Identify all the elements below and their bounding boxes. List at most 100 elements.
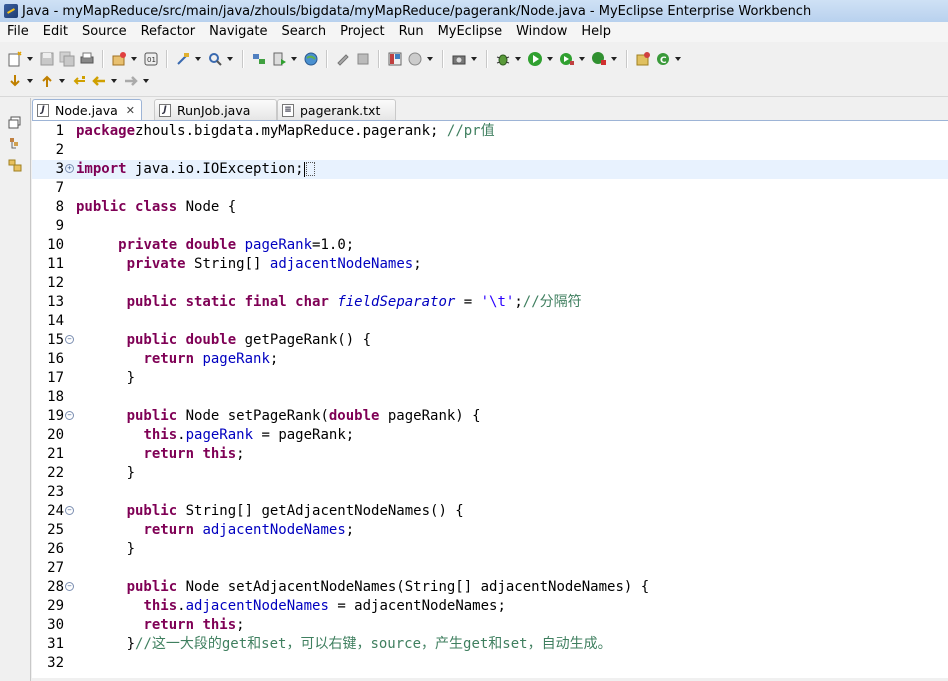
code-line[interactable]: 16 return pageRank;	[32, 350, 948, 369]
run-dropdown[interactable]	[546, 50, 554, 68]
code-line[interactable]: 10 private double pageRank=1.0;	[32, 236, 948, 255]
database-icon[interactable]	[250, 50, 268, 68]
menu-bar: File Edit Source Refactor Navigate Searc…	[0, 22, 948, 42]
code-line[interactable]: 17 }	[32, 369, 948, 388]
external-tools-icon[interactable]	[590, 50, 608, 68]
code-line[interactable]: 20 this.pageRank = pageRank;	[32, 426, 948, 445]
code-line[interactable]: 9	[32, 217, 948, 236]
code-line[interactable]: 26 }	[32, 540, 948, 559]
open-type-icon[interactable]	[354, 50, 372, 68]
web-dropdown[interactable]	[426, 50, 434, 68]
collapse-fold-icon[interactable]: −	[65, 582, 74, 591]
previous-annotation-icon[interactable]	[38, 72, 56, 90]
web-icon[interactable]	[406, 50, 424, 68]
menu-refactor[interactable]: Refactor	[134, 22, 203, 42]
collapse-fold-icon[interactable]: −	[65, 335, 74, 344]
new-project-icon[interactable]	[110, 50, 128, 68]
code-line[interactable]: 22 }	[32, 464, 948, 483]
save-all-icon[interactable]	[58, 50, 76, 68]
menu-window[interactable]: Window	[509, 22, 574, 42]
back-arrow-icon[interactable]	[90, 72, 108, 90]
code-line[interactable]: 21 return this;	[32, 445, 948, 464]
debug-dropdown[interactable]	[514, 50, 522, 68]
code-line[interactable]: 11 private String[] adjacentNodeNames;	[32, 255, 948, 274]
tab-node-java[interactable]: J Node.java ✕	[32, 99, 142, 120]
new-icon[interactable]	[6, 50, 24, 68]
deploy-dropdown[interactable]	[194, 50, 202, 68]
tab-runjob-java[interactable]: J RunJob.java	[154, 99, 277, 120]
package-explorer-icon[interactable]	[8, 136, 22, 150]
code-line[interactable]: 7	[32, 179, 948, 198]
menu-navigate[interactable]: Navigate	[202, 22, 274, 42]
collapse-fold-icon[interactable]: −	[65, 506, 74, 515]
code-line[interactable]: 29 this.adjacentNodeNames = adjacentNode…	[32, 597, 948, 616]
new-project-dropdown[interactable]	[130, 50, 138, 68]
code-line[interactable]: 28− public Node setAdjacentNodeNames(Str…	[32, 578, 948, 597]
code-line[interactable]: 32	[32, 654, 948, 673]
collapsed-imports-marker[interactable]	[305, 162, 315, 176]
code-line[interactable]: 30 return this;	[32, 616, 948, 635]
code-line[interactable]: 8 public class Node {	[32, 198, 948, 217]
run-server-dropdown[interactable]	[290, 50, 298, 68]
code-line[interactable]: 14	[32, 312, 948, 331]
menu-run[interactable]: Run	[392, 22, 431, 42]
previous-annotation-dropdown[interactable]	[58, 72, 66, 90]
menu-source[interactable]: Source	[75, 22, 134, 42]
tool-icon[interactable]	[334, 50, 352, 68]
code-line[interactable]: 3 + import java.io.IOException;	[32, 160, 948, 179]
new-package-icon[interactable]: C	[654, 50, 672, 68]
next-annotation-dropdown[interactable]	[26, 72, 34, 90]
code-line[interactable]: 12	[32, 274, 948, 293]
new-package-dropdown[interactable]	[674, 50, 682, 68]
code-line[interactable]: 1 packagezhouls.bigdata.myMapReduce.pager…	[32, 122, 948, 141]
next-annotation-icon[interactable]	[6, 72, 24, 90]
restore-icon[interactable]	[8, 116, 22, 130]
new-class-icon[interactable]	[634, 50, 652, 68]
tab-pagerank-txt[interactable]: ≡ pagerank.txt	[277, 99, 396, 120]
code-line[interactable]: 19− public Node setPageRank(double pageR…	[32, 407, 948, 426]
layout-icon[interactable]	[386, 50, 404, 68]
camera-icon[interactable]	[450, 50, 468, 68]
forward-arrow-icon[interactable]	[122, 72, 140, 90]
code-line[interactable]: 23	[32, 483, 948, 502]
run-external-icon[interactable]	[558, 50, 576, 68]
back-dropdown[interactable]	[110, 72, 118, 90]
menu-help[interactable]: Help	[574, 22, 618, 42]
line-number: 23	[47, 484, 64, 500]
code-line[interactable]: 25 return adjacentNodeNames;	[32, 521, 948, 540]
expand-fold-icon[interactable]: +	[65, 164, 74, 173]
print-icon[interactable]	[78, 50, 96, 68]
menu-file[interactable]: File	[0, 22, 36, 42]
globe-icon[interactable]	[302, 50, 320, 68]
menu-myeclipse[interactable]: MyEclipse	[431, 22, 510, 42]
code-line[interactable]: 2	[32, 141, 948, 160]
menu-search[interactable]: Search	[274, 22, 333, 42]
code-line[interactable]: 13 public static final char fieldSeparat…	[32, 293, 948, 312]
debug-icon[interactable]	[494, 50, 512, 68]
search-icon[interactable]	[206, 50, 224, 68]
run-icon[interactable]	[526, 50, 544, 68]
close-icon[interactable]: ✕	[126, 104, 135, 117]
code-line[interactable]: 18	[32, 388, 948, 407]
new-dropdown[interactable]	[26, 50, 34, 68]
code-editor[interactable]: 1 packagezhouls.bigdata.myMapReduce.pager…	[32, 121, 948, 681]
save-icon[interactable]	[38, 50, 56, 68]
collapse-fold-icon[interactable]: −	[65, 411, 74, 420]
code-line[interactable]: 15− public double getPageRank() {	[32, 331, 948, 350]
code-line[interactable]: 27	[32, 559, 948, 578]
deploy-icon[interactable]	[174, 50, 192, 68]
forward-dropdown[interactable]	[142, 72, 150, 90]
server-icon[interactable]: 01	[142, 50, 160, 68]
code-line[interactable]: 31 }//这一大段的get和set，可以右键，source，产生get和set…	[32, 635, 948, 654]
last-edit-location-icon[interactable]	[70, 72, 88, 90]
external-tools-dropdown[interactable]	[610, 50, 618, 68]
camera-dropdown[interactable]	[470, 50, 478, 68]
svg-text:01: 01	[147, 56, 156, 64]
run-server-icon[interactable]	[270, 50, 288, 68]
menu-project[interactable]: Project	[333, 22, 391, 42]
hierarchy-icon[interactable]	[8, 158, 22, 172]
search-dropdown[interactable]	[226, 50, 234, 68]
menu-edit[interactable]: Edit	[36, 22, 75, 42]
code-line[interactable]: 24− public String[] getAdjacentNodeNames…	[32, 502, 948, 521]
run-external-dropdown[interactable]	[578, 50, 586, 68]
